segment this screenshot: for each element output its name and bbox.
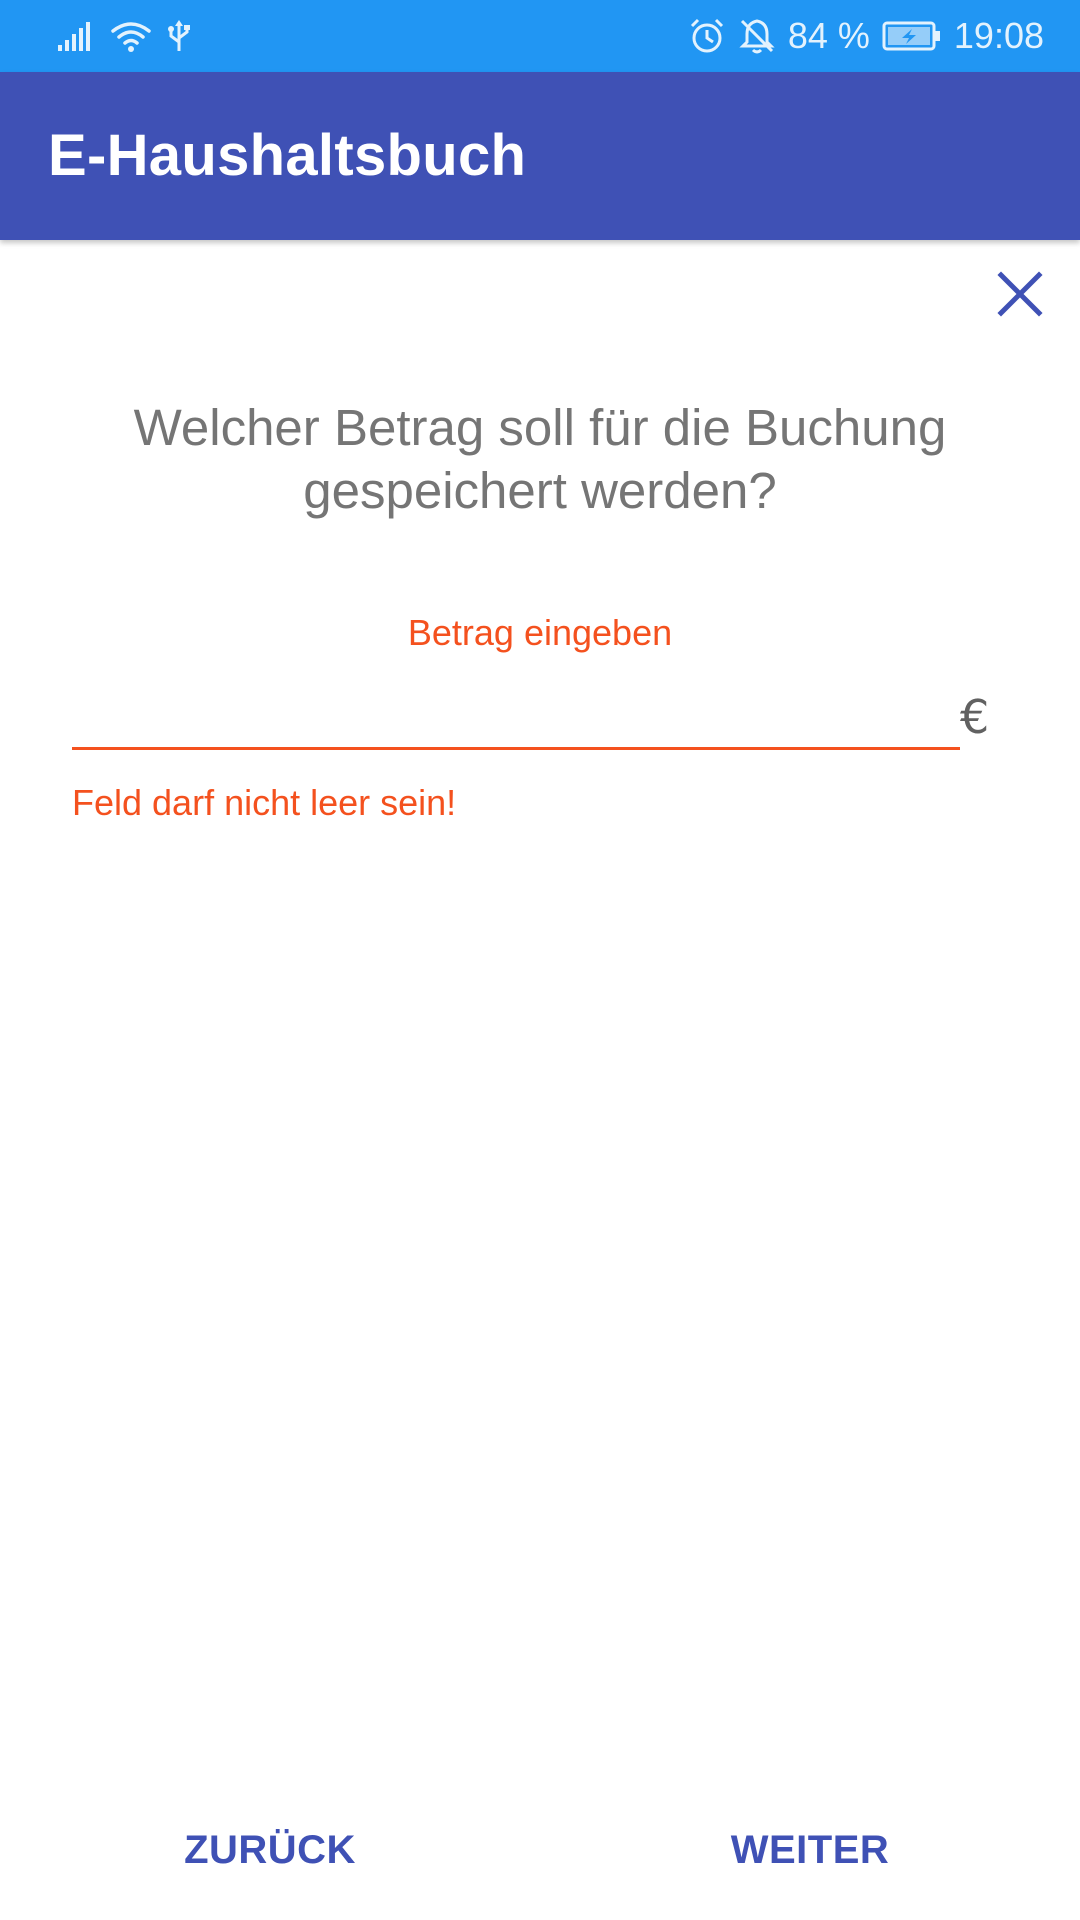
next-button[interactable]: WEITER <box>690 1810 930 1890</box>
amount-field-label: Betrag eingeben <box>407 612 673 653</box>
close-icon <box>997 271 1043 317</box>
alarm-icon <box>690 18 723 53</box>
close-button[interactable] <box>984 258 1056 330</box>
currency-suffix: € <box>960 690 990 744</box>
status-right-icons: 84 % 19:08 <box>688 0 1044 72</box>
status-bar: 84 % 19:08 <box>0 0 1080 72</box>
app-bar: E-Haushaltsbuch <box>0 72 1080 240</box>
battery-charging-icon <box>882 21 940 51</box>
screen: 84 % 19:08 E-Haushaltsbuch Welcher Betra… <box>0 0 1080 1920</box>
notifications-off-icon <box>739 19 775 54</box>
wifi-icon <box>111 22 151 52</box>
signal-icon <box>58 22 90 51</box>
usb-icon <box>168 20 190 51</box>
app-title: E-Haushaltsbuch <box>48 123 527 188</box>
clock-time: 19:08 <box>953 15 1044 56</box>
back-button[interactable]: ZURÜCK <box>150 1810 390 1890</box>
battery-percentage: 84 % <box>787 15 870 56</box>
amount-input[interactable] <box>72 680 960 750</box>
amount-error-message: Feld darf nicht leer sein! <box>72 782 457 823</box>
status-left-icons <box>56 0 192 72</box>
question-text: Welcher Betrag soll für die Buchung gesp… <box>133 399 947 519</box>
